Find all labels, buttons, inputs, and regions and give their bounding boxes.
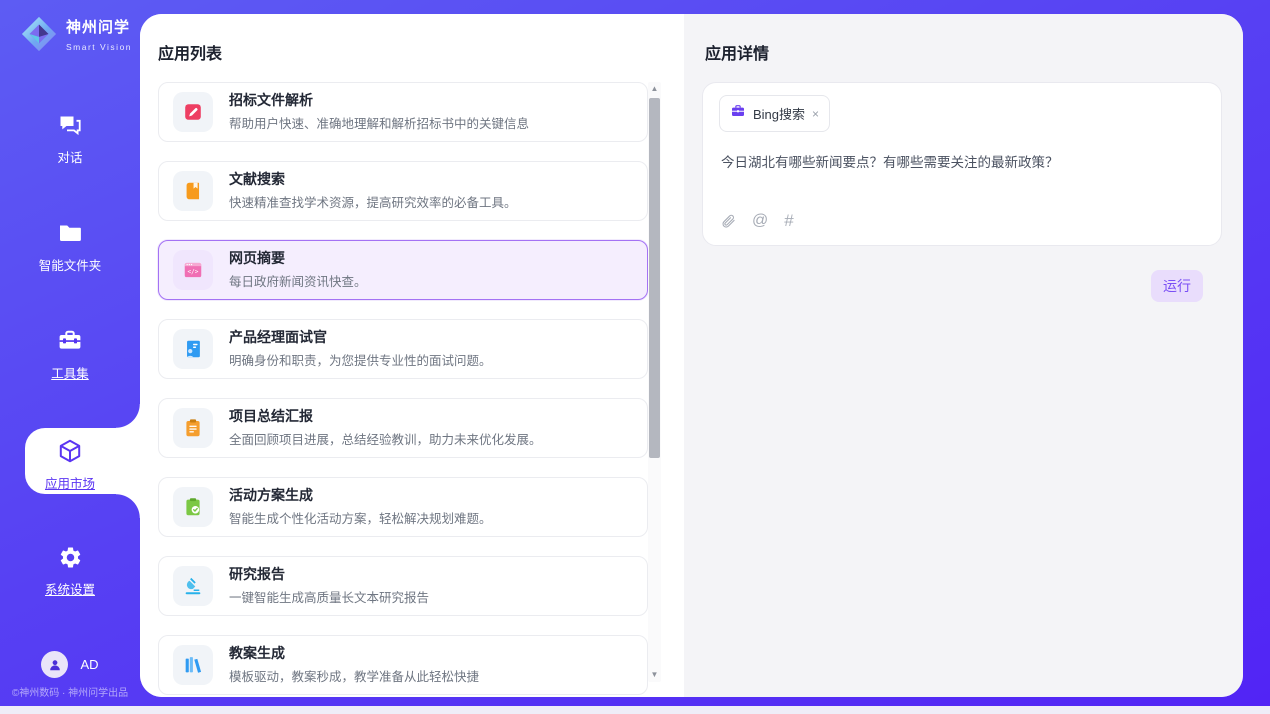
attachment-icon[interactable] — [721, 213, 736, 229]
app-detail-title: 应用详情 — [705, 40, 769, 64]
copyright-footer: ©神州数码 · 神州问学出品 — [0, 684, 140, 699]
logo-subtitle: Smart Vision — [66, 42, 132, 52]
query-text[interactable]: 今日湖北有哪些新闻要点？有哪些需要关注的最新政策？ — [721, 151, 1203, 171]
toolbox-icon — [57, 328, 83, 354]
chat-icon — [57, 112, 83, 138]
app-detail-panel: 应用详情 Bing搜索 × 今日湖北有哪些新闻要点？有哪些需要关注的最新政 — [684, 14, 1243, 697]
list-scrollbar[interactable]: ▲ ▼ — [648, 82, 661, 682]
user-row[interactable]: AD — [0, 651, 140, 678]
person-document-icon — [173, 329, 213, 369]
sidebar-item-settings[interactable]: 系统设置 — [0, 545, 140, 598]
microscope-icon — [173, 566, 213, 606]
app-card-description: 每日政府新闻资讯快查。 — [229, 271, 367, 290]
app-card[interactable]: 研究报告 一键智能生成高质量长文本研究报告 — [158, 556, 648, 616]
books-icon — [173, 645, 213, 685]
scroll-up-arrow-icon[interactable]: ▲ — [648, 82, 661, 96]
app-card-description: 全面回顾项目进展，总结经验教训，助力未来优化发展。 — [229, 429, 542, 448]
app-logo: 神州问学 Smart Vision — [20, 15, 140, 58]
clipboard-check-icon — [173, 487, 213, 527]
app-card-title: 教案生成 — [229, 645, 479, 663]
app-card[interactable]: 项目总结汇报 全面回顾项目进展，总结经验教训，助力未来优化发展。 — [158, 398, 648, 458]
app-card-description: 快速精准查找学术资源，提高研究效率的必备工具。 — [229, 192, 517, 211]
logo-diamond-icon — [20, 15, 58, 58]
tool-tag-bing[interactable]: Bing搜索 × — [719, 95, 830, 132]
app-card-title: 活动方案生成 — [229, 487, 492, 505]
app-card-description: 明确身份和职责，为您提供专业性的面试问题。 — [229, 350, 492, 369]
app-card[interactable]: 活动方案生成 智能生成个性化活动方案，轻松解决规划难题。 — [158, 477, 648, 537]
sidebar-item-tools[interactable]: 工具集 — [0, 328, 140, 382]
clipboard-icon — [173, 408, 213, 448]
tool-tag-label: Bing搜索 — [753, 104, 805, 123]
app-card-list: 招标文件解析 帮助用户快速、准确地理解和解析招标书中的关键信息 文献搜索 快速精… — [158, 82, 648, 697]
avatar[interactable] — [41, 651, 68, 678]
scroll-down-arrow-icon[interactable]: ▼ — [648, 668, 661, 682]
app-card-title: 项目总结汇报 — [229, 408, 542, 426]
logo-title: 神州问学 — [66, 19, 130, 36]
sidebar-item-chat[interactable]: 对话 — [0, 112, 140, 166]
app-card-title: 文献搜索 — [229, 171, 517, 189]
sidebar-item-app-market[interactable]: 应用市场 — [0, 438, 140, 492]
composer-actions: @ # — [721, 211, 794, 231]
app-list-panel: 应用列表 招标文件解析 帮助用户快速、准确地理解和解析招标书中的关键信息 文献搜… — [140, 14, 684, 697]
document-edit-icon — [173, 92, 213, 132]
gear-icon — [58, 545, 83, 571]
app-card-description: 模板驱动，教案秒成，教学准备从此轻松快捷 — [229, 666, 479, 685]
scrollbar-thumb[interactable] — [649, 98, 660, 458]
query-card[interactable]: Bing搜索 × 今日湖北有哪些新闻要点？有哪些需要关注的最新政策？ @ # — [702, 82, 1222, 246]
app-card[interactable]: </> 网页摘要 每日政府新闻资讯快查。 — [158, 240, 648, 300]
briefcase-icon — [730, 103, 746, 124]
app-card[interactable]: 教案生成 模板驱动，教案秒成，教学准备从此轻松快捷 — [158, 635, 648, 695]
browser-code-icon: </> — [173, 250, 213, 290]
content-window: 应用列表 招标文件解析 帮助用户快速、准确地理解和解析招标书中的关键信息 文献搜… — [140, 14, 1243, 697]
user-name: AD — [80, 657, 98, 672]
mention-icon[interactable]: @ — [752, 212, 768, 230]
app-card-title: 网页摘要 — [229, 250, 367, 268]
app-card-description: 一键智能生成高质量长文本研究报告 — [229, 587, 429, 606]
app-list-title: 应用列表 — [158, 40, 222, 64]
app-card-description: 智能生成个性化活动方案，轻松解决规划难题。 — [229, 508, 492, 527]
app-card[interactable]: 产品经理面试官 明确身份和职责，为您提供专业性的面试问题。 — [158, 319, 648, 379]
svg-text:</>: </> — [188, 268, 199, 275]
folder-icon — [57, 220, 83, 246]
app-card-title: 招标文件解析 — [229, 92, 529, 110]
cube-icon — [57, 438, 83, 464]
app-card[interactable]: 文献搜索 快速精准查找学术资源，提高研究效率的必备工具。 — [158, 161, 648, 221]
run-button[interactable]: 运行 — [1151, 270, 1203, 302]
hashtag-icon[interactable]: # — [784, 211, 793, 231]
app-frame: 神州问学 Smart Vision 对话 智能文件夹 工具集 应用市场 系统设置… — [0, 0, 1270, 706]
sidebar: 神州问学 Smart Vision 对话 智能文件夹 工具集 应用市场 系统设置… — [0, 0, 140, 706]
app-card[interactable]: 招标文件解析 帮助用户快速、准确地理解和解析招标书中的关键信息 — [158, 82, 648, 142]
tag-close-icon[interactable]: × — [812, 108, 819, 120]
user-icon — [47, 657, 63, 673]
app-card-title: 产品经理面试官 — [229, 329, 492, 347]
app-card-title: 研究报告 — [229, 566, 429, 584]
app-card-description: 帮助用户快速、准确地理解和解析招标书中的关键信息 — [229, 113, 529, 132]
sidebar-item-folders[interactable]: 智能文件夹 — [0, 220, 140, 274]
book-icon — [173, 171, 213, 211]
